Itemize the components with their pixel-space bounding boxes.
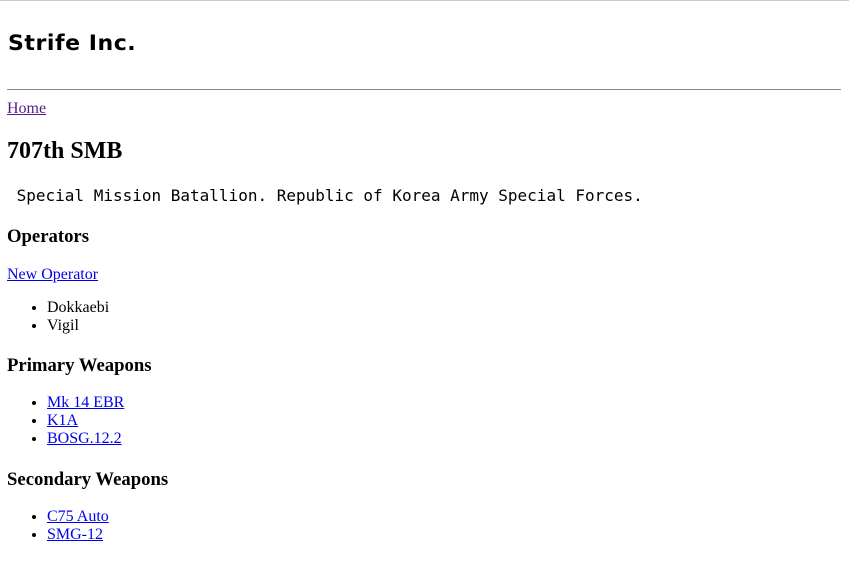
operator-item: Vigil [47, 317, 109, 335]
operators-heading: Operators [7, 226, 89, 247]
page: Strife Inc. [0, 31, 849, 55]
secondary-weapon-link[interactable]: C75 Auto [47, 508, 109, 525]
operator-item: Dokkaebi [47, 299, 109, 317]
secondary-weapons-heading: Secondary Weapons [7, 469, 169, 490]
primary-weapon-item: K1A [47, 412, 124, 430]
secondary-weapon-link[interactable]: SMG-12 [47, 526, 103, 543]
new-operator-link[interactable]: New Operator [7, 265, 98, 284]
site-logo[interactable]: Strife Inc. [8, 31, 849, 55]
unit-description: Special Mission Batallion. Republic of K… [7, 186, 643, 205]
primary-weapon-item: BOSG.12.2 [47, 430, 124, 448]
primary-weapon-link[interactable]: K1A [47, 412, 78, 429]
page-title: 707th SMB [7, 138, 123, 164]
breadcrumb-home-link[interactable]: Home [7, 99, 46, 118]
primary-weapons-list: Mk 14 EBR K1A BOSG.12.2 [7, 394, 124, 448]
header-divider [7, 89, 841, 90]
operators-list: Dokkaebi Vigil [7, 299, 109, 335]
primary-weapons-heading: Primary Weapons [7, 355, 152, 376]
secondary-weapon-item: C75 Auto [47, 508, 109, 526]
secondary-weapons-list: C75 Auto SMG-12 [7, 508, 109, 544]
secondary-weapon-item: SMG-12 [47, 526, 109, 544]
primary-weapon-item: Mk 14 EBR [47, 394, 124, 412]
primary-weapon-link[interactable]: Mk 14 EBR [47, 394, 124, 411]
primary-weapon-link[interactable]: BOSG.12.2 [47, 430, 122, 447]
